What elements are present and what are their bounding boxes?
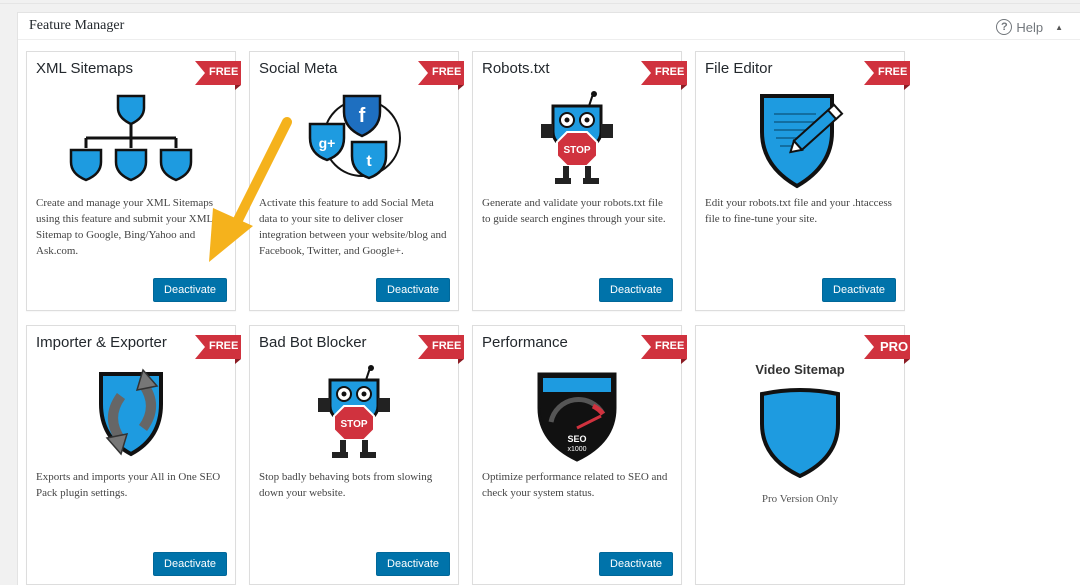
svg-text:t: t [366, 153, 372, 170]
import-export-icon [27, 362, 235, 466]
deactivate-button[interactable]: Deactivate [599, 278, 673, 302]
feature-card-robots-txt: Robots.txt FREE STOP Generate and valida… [472, 51, 687, 311]
card-description: Edit your robots.txt file and your .htac… [705, 197, 892, 225]
badge-fold [235, 85, 241, 90]
badge-label: FREE [432, 66, 462, 78]
free-badge: FREE [195, 61, 241, 85]
card-description: Exports and imports your All in One SEO … [36, 471, 221, 499]
stop-sign-text: STOP [340, 419, 367, 430]
free-badge: FREE [418, 61, 464, 85]
badge-label: FREE [432, 340, 462, 352]
card-title: Importer & Exporter [36, 334, 167, 351]
robot-stop-icon: STOP [473, 88, 681, 192]
card-description: Stop badly behaving bots from slowing do… [259, 471, 433, 499]
card-title: Robots.txt [482, 60, 550, 77]
card-description: Optimize performance related to SEO and … [482, 471, 668, 499]
help-icon: ? [996, 19, 1013, 35]
stop-sign-text: STOP [563, 145, 590, 156]
free-badge: FREE [641, 61, 687, 85]
feature-card-file-editor: File Editor FREE Edit your robots.txt fi… [695, 51, 910, 311]
card-title: File Editor [705, 60, 773, 77]
pro-badge: PRO [864, 335, 910, 359]
gauge-label: SEO [567, 434, 586, 444]
sitemap-shield-icon [27, 88, 235, 192]
panel-title: Feature Manager [29, 18, 125, 33]
badge-label: FREE [655, 66, 685, 78]
help-link[interactable]: ? Help ▲ [996, 19, 1063, 35]
speedometer-shield-icon: SEO x1000 [473, 362, 681, 466]
badge-label: PRO [880, 339, 909, 354]
badge-label: FREE [209, 340, 239, 352]
badge-fold [235, 359, 241, 364]
card-title: Video Sitemap [755, 362, 845, 377]
badge-fold [681, 359, 687, 364]
pencil-shield-icon [696, 88, 904, 192]
badge-fold [458, 359, 464, 364]
card-title: Bad Bot Blocker [259, 334, 367, 351]
svg-text:f: f [359, 105, 366, 127]
badge-label: FREE [878, 66, 908, 78]
free-badge: FREE [641, 335, 687, 359]
pro-note: Pro Version Only [761, 493, 839, 505]
deactivate-button[interactable]: Deactivate [153, 552, 227, 576]
feature-card-bad-bot-blocker: Bad Bot Blocker FREE STOP Stop badly beh… [249, 325, 464, 585]
gauge-multiplier: x1000 [567, 446, 586, 453]
deactivate-button[interactable]: Deactivate [153, 278, 227, 302]
collapse-arrow-icon[interactable]: ▲ [1055, 23, 1063, 32]
card-title: Social Meta [259, 60, 338, 77]
badge-label: FREE [655, 340, 685, 352]
help-label: Help [1016, 19, 1044, 35]
feature-card-social-meta: Social Meta FREE f g+ t Activate this fe… [249, 51, 464, 311]
badge-label: FREE [209, 66, 239, 78]
badge-fold [904, 359, 910, 364]
feature-card-xml-sitemaps: XML Sitemaps FREE Create and manage your… [26, 51, 241, 311]
panel-header: Feature Manager ? Help ▲ [18, 13, 1080, 40]
free-badge: FREE [418, 335, 464, 359]
shield-icon [696, 388, 904, 478]
free-badge: FREE [195, 335, 241, 359]
top-strip [0, 0, 1080, 4]
badge-fold [904, 85, 910, 90]
card-title: Performance [482, 334, 568, 351]
svg-text:g+: g+ [319, 135, 336, 151]
feature-card-performance: Performance FREE SEO x1000 Optimize perf… [472, 325, 687, 585]
feature-card-importer-exporter: Importer & Exporter FREE Exports and imp… [26, 325, 241, 585]
feature-card-video-sitemap: PRO Video Sitemap Pro Version Only [695, 325, 910, 585]
deactivate-button[interactable]: Deactivate [822, 278, 896, 302]
badge-fold [681, 85, 687, 90]
social-bubbles-icon: f g+ t [250, 88, 458, 192]
card-description: Create and manage your XML Sitemaps usin… [36, 197, 214, 257]
deactivate-button[interactable]: Deactivate [376, 278, 450, 302]
free-badge: FREE [864, 61, 910, 85]
deactivate-button[interactable]: Deactivate [599, 552, 673, 576]
deactivate-button[interactable]: Deactivate [376, 552, 450, 576]
badge-fold [458, 85, 464, 90]
card-title: XML Sitemaps [36, 60, 133, 77]
card-description: Generate and validate your robots.txt fi… [482, 197, 666, 225]
robot-stop-icon: STOP [250, 362, 458, 466]
card-description: Activate this feature to add Social Meta… [259, 197, 447, 257]
